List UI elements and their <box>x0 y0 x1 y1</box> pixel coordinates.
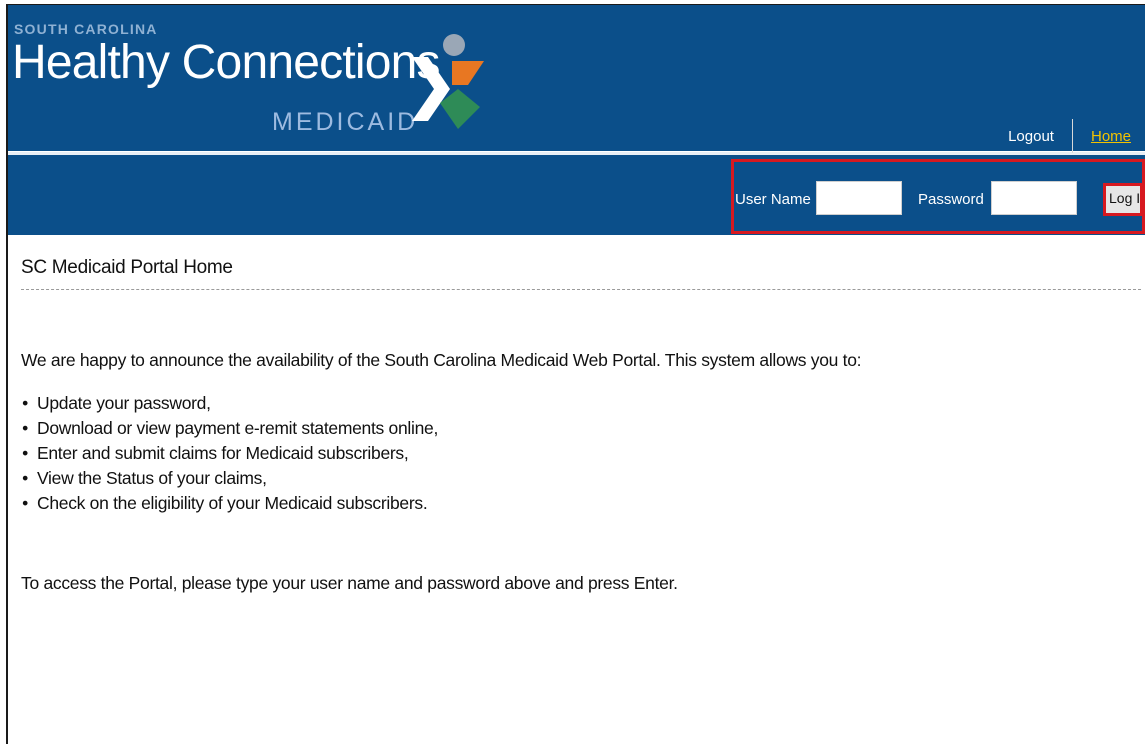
healthy-connections-logo-icon <box>412 34 484 129</box>
title-divider <box>21 289 1141 290</box>
browser-page: SOUTH CAROLINA Healthy Connections MEDIC… <box>6 4 1145 744</box>
instructions-text: To access the Portal, please type your u… <box>21 573 678 593</box>
bullet-icon: • <box>22 393 28 413</box>
link-separator <box>1071 119 1073 153</box>
feature-text: Check on the eligibility of your Medicai… <box>37 493 428 513</box>
bullet-icon: • <box>22 468 28 488</box>
intro-text: We are happy to announce the availabilit… <box>21 350 862 370</box>
bullet-icon: • <box>22 493 28 513</box>
brand-subtitle: MEDICAID <box>272 108 419 136</box>
password-label: Password <box>918 191 984 208</box>
bullet-icon: • <box>22 443 28 463</box>
top-links: Logout Home <box>1008 119 1131 153</box>
feature-text: Enter and submit claims for Medicaid sub… <box>37 443 409 463</box>
list-item: • Update your password, <box>21 391 438 416</box>
login-button[interactable]: Log In <box>1103 183 1143 216</box>
page-title: SC Medicaid Portal Home <box>21 257 233 278</box>
list-item: • Download or view payment e-remit statem… <box>21 416 438 441</box>
username-input[interactable] <box>816 181 902 215</box>
feature-text: Update your password, <box>37 393 211 413</box>
bullet-icon: • <box>22 418 28 438</box>
list-item: • Enter and submit claims for Medicaid su… <box>21 441 438 466</box>
brand-name: Healthy Connections <box>12 36 441 89</box>
feature-list: • Update your password, • Download or view… <box>21 391 438 516</box>
brand-state-label: SOUTH CAROLINA <box>14 21 158 37</box>
feature-text: View the Status of your claims, <box>37 468 267 488</box>
list-item: • View the Status of your claims, <box>21 466 438 491</box>
logout-link[interactable]: Logout <box>1008 128 1054 145</box>
password-input[interactable] <box>991 181 1077 215</box>
username-label: User Name <box>735 191 811 208</box>
home-link[interactable]: Home <box>1091 128 1131 145</box>
list-item: • Check on the eligibility of your Medica… <box>21 491 438 516</box>
feature-text: Download or view payment e-remit stateme… <box>37 418 439 438</box>
